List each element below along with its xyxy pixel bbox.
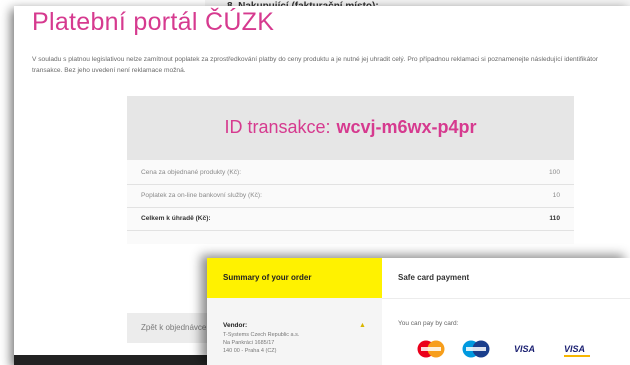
- vendor-city: 140 00 - Praha 4 (CZ): [223, 348, 277, 354]
- vendor-name: T-Systems Czech Republic a.s.: [223, 332, 300, 338]
- page-title: Platební portál ČÚZK: [32, 8, 275, 36]
- back-to-order-button[interactable]: Zpět k objednávce: [127, 313, 217, 343]
- vendor-street: Na Pankráci 1685/17: [223, 340, 275, 346]
- order-summary-column: Summary of your order Vendor: ▲ T-System…: [207, 258, 382, 365]
- card-payment-header: Safe card payment: [382, 258, 630, 299]
- price-row-value: 100: [548, 169, 560, 176]
- payment-gateway-window: Summary of your order Vendor: ▲ T-System…: [207, 258, 630, 365]
- price-row-value: 10: [552, 192, 560, 199]
- page-shadow-edge: [14, 355, 214, 365]
- maestro-logo-icon[interactable]: [457, 340, 495, 358]
- order-summary-title: Summary of your order: [223, 273, 312, 282]
- card-payment-column: Safe card payment You can pay by card: V…: [382, 258, 630, 365]
- pay-by-card-label: You can pay by card:: [398, 320, 459, 327]
- price-row-label: Poplatek za on-line bankovní služby (Kč)…: [141, 192, 262, 199]
- price-row-label: Celkem k úhradě (Kč):: [141, 215, 211, 222]
- transaction-id-label: ID transakce:: [224, 117, 331, 137]
- price-row-label: Cena za objednané produkty (Kč):: [141, 169, 242, 176]
- vendor-label: Vendor:: [223, 322, 248, 329]
- card-payment-title: Safe card payment: [398, 273, 470, 282]
- price-row-value: 110: [549, 215, 560, 222]
- mastercard-logo-icon[interactable]: [412, 340, 450, 358]
- price-row-fee: Poplatek za on-line bankovní služby (Kč)…: [127, 185, 574, 208]
- visa-logo-icon[interactable]: VISA: [514, 344, 535, 354]
- transaction-id-value: wcvj-m6wx-p4pr: [336, 117, 477, 137]
- visa-electron-logo-icon[interactable]: VISA: [564, 344, 585, 354]
- order-summary-header: Summary of your order: [207, 258, 382, 298]
- transaction-panel: ID transakce: wcvj-m6wx-p4pr Cena za obje…: [127, 96, 574, 244]
- price-row-products: Cena za objednané produkty (Kč): 100: [127, 162, 574, 185]
- price-row-total: Celkem k úhradě (Kč): 110: [127, 208, 574, 231]
- intro-text: V souladu s platnou legislativou nelze z…: [32, 56, 598, 74]
- vendor-collapse-icon[interactable]: ▲: [359, 322, 366, 329]
- visa-logo-stripe: [564, 355, 590, 357]
- transaction-id-box: ID transakce: wcvj-m6wx-p4pr: [127, 96, 574, 160]
